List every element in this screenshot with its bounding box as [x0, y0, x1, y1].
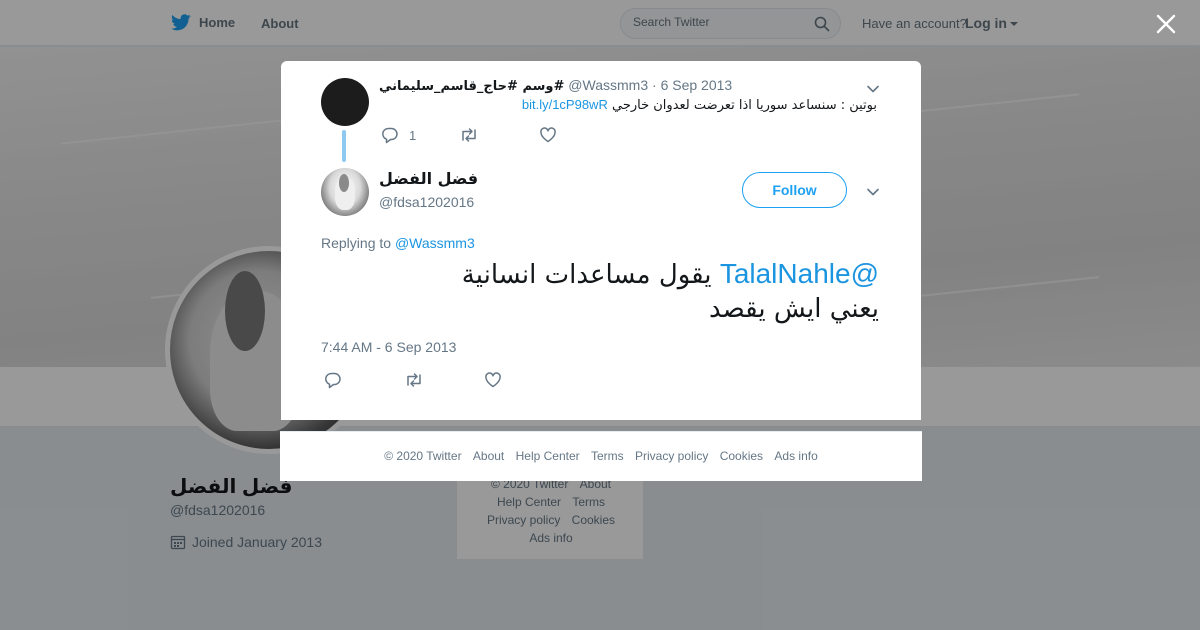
parent-tweet-link[interactable]: bit.ly/1cP98wR — [522, 97, 608, 112]
replying-to-handle[interactable]: @Wassmm3 — [395, 235, 475, 251]
retweet-icon — [407, 373, 421, 387]
follow-button[interactable]: Follow — [742, 172, 847, 208]
tweet-modal: وسم #حاج_قاسم_سليماني# @Wassmm3 · 6 Sep … — [281, 61, 921, 420]
like-icon — [540, 127, 556, 143]
parent-tweet-handle[interactable]: @Wassmm3 — [568, 77, 648, 93]
separator-dot: · — [652, 77, 657, 93]
author-handle[interactable]: @fdsa1202016 — [379, 194, 474, 210]
like-icon — [485, 372, 501, 388]
like-button[interactable] — [484, 371, 502, 389]
tweet-text-line1: يقول مساعدات انسانية — [461, 260, 712, 290]
reply-button[interactable] — [324, 371, 404, 389]
reply-icon — [325, 372, 341, 389]
modal-footer-link-privacy[interactable]: Privacy policy — [635, 449, 708, 463]
modal-footer-link-ads-info[interactable]: Ads info — [774, 449, 817, 463]
modal-footer-links: © 2020 Twitter About Help Center Terms P… — [280, 449, 922, 463]
parent-tweet-body: بوتين : سنساعد سوريا اذا تعرضت لعدوان خا… — [611, 98, 877, 113]
parent-tweet-avatar[interactable] — [321, 78, 369, 126]
author-avatar[interactable] — [321, 168, 369, 216]
parent-tweet-name[interactable]: وسم #حاج_قاسم_سليماني# — [379, 79, 564, 94]
retweet-button[interactable] — [404, 372, 484, 388]
tweet-mention[interactable]: @TalalNahle — [720, 258, 879, 289]
parent-retweet-button[interactable] — [459, 127, 539, 143]
author-name[interactable]: فضل الفضل — [379, 169, 478, 188]
replying-prefix: Replying to — [321, 235, 392, 251]
parent-tweet-actions: 1 — [381, 126, 557, 144]
modal-footer: © 2020 Twitter About Help Center Terms P… — [280, 431, 922, 481]
parent-tweet-date[interactable]: 6 Sep 2013 — [661, 77, 733, 93]
tweet-timestamp[interactable]: 7:44 AM - 6 Sep 2013 — [321, 339, 456, 355]
reply-icon — [382, 127, 398, 144]
replying-to: Replying to @Wassmm3 — [321, 235, 475, 251]
modal-footer-link-help-center[interactable]: Help Center — [516, 449, 580, 463]
tweet-actions — [324, 371, 502, 389]
parent-reply-button[interactable]: 1 — [381, 126, 459, 144]
chevron-down-icon[interactable] — [865, 81, 881, 97]
modal-footer-link-cookies[interactable]: Cookies — [720, 449, 763, 463]
parent-like-button[interactable] — [539, 126, 557, 144]
close-icon[interactable] — [1154, 12, 1178, 36]
modal-footer-copyright: © 2020 Twitter — [384, 449, 462, 463]
tweet-text: @TalalNahle يقول مساعدات انسانية يعني اي… — [319, 257, 879, 326]
parent-tweet-text: بوتين : سنساعد سوريا اذا تعرضت لعدوان خا… — [522, 97, 877, 113]
tweet-text-line2: يعني ايش يقصد — [708, 294, 879, 324]
retweet-icon — [462, 128, 476, 142]
modal-footer-link-about[interactable]: About — [473, 449, 504, 463]
parent-tweet-header: وسم #حاج_قاسم_سليماني# @Wassmm3 · 6 Sep … — [379, 77, 732, 94]
thread-line — [342, 130, 346, 162]
parent-reply-count: 1 — [409, 127, 417, 143]
chevron-down-icon[interactable] — [865, 184, 881, 200]
modal-footer-link-terms[interactable]: Terms — [591, 449, 624, 463]
